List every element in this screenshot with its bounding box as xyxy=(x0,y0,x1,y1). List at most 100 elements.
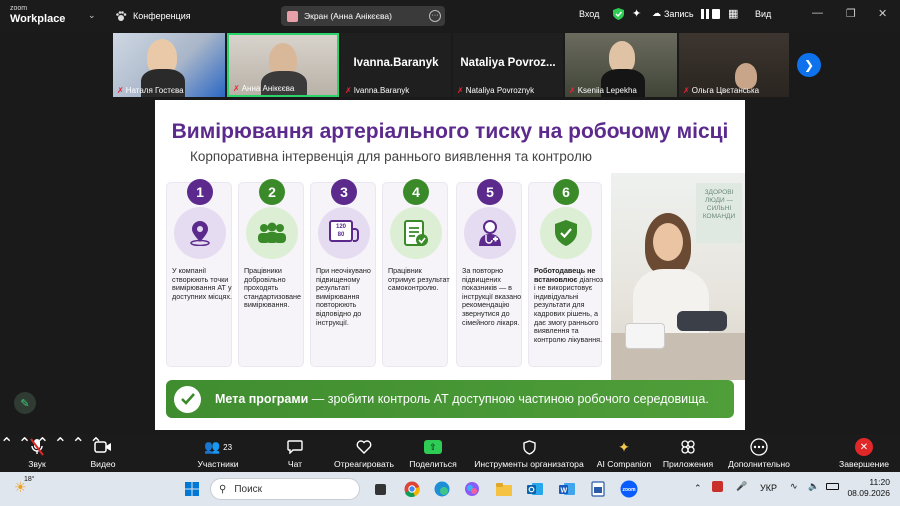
pencil-icon: ✎ xyxy=(20,397,30,410)
share-screen-button[interactable]: ⇧ Поделиться xyxy=(408,437,458,469)
shield-check-icon xyxy=(555,220,577,246)
pause-record-icon[interactable] xyxy=(700,8,720,22)
slide-title: Вимірювання артеріального тиску на робоч… xyxy=(171,120,729,143)
chevron-up-icon[interactable]: ⌃ xyxy=(54,436,67,453)
windows-taskbar: ☀ 18° ⚲ Поиск W zoom ⌃ 🎤 УКР ∿ 🔈 11:20 0… xyxy=(0,472,900,506)
weather-widget[interactable]: ☀ 18° xyxy=(14,476,36,501)
encryption-shield-icon[interactable] xyxy=(613,8,624,20)
language-indicator[interactable]: УКР xyxy=(760,483,777,493)
windows-start-icon[interactable] xyxy=(182,480,202,498)
cloud-record-icon: ☁ xyxy=(652,8,661,18)
task-view-icon[interactable] xyxy=(370,480,390,498)
more-dots-icon xyxy=(726,437,792,457)
participant-tile[interactable]: Nataliya Povroz... ✗ Nataliya Povroznyk xyxy=(453,33,563,97)
step-number: 6 xyxy=(553,179,579,205)
shield-icon xyxy=(474,437,584,457)
apps-button[interactable]: Приложения xyxy=(662,437,714,469)
step-number: 5 xyxy=(477,179,503,205)
meeting-toolbar: Звук ⌃ Видео ⌃ 👥 23 Участники ⌃ Чат ⌃ Отр… xyxy=(0,434,900,472)
zoom-taskbar-icon[interactable]: zoom xyxy=(619,480,639,498)
step-number: 4 xyxy=(403,179,429,205)
mic-muted-icon: ✗ xyxy=(569,86,576,95)
react-button[interactable]: Отреагировать xyxy=(333,437,395,469)
chevron-up-icon[interactable]: ⌃ xyxy=(0,436,13,453)
next-participants-button[interactable]: ❯ xyxy=(797,53,821,77)
word-icon[interactable]: W xyxy=(557,480,577,498)
participant-tile[interactable]: ✗ Наталя Гостєва xyxy=(113,33,225,97)
file-explorer-icon[interactable] xyxy=(494,480,514,498)
search-icon: ⚲ xyxy=(219,483,227,495)
step-card: 6 Роботодавець не встановлює діагноз і н… xyxy=(528,179,603,367)
end-meeting-button[interactable]: ✕ Завершение xyxy=(836,437,892,469)
edge-icon[interactable] xyxy=(432,480,452,498)
svg-text:W: W xyxy=(561,488,568,495)
wifi-icon[interactable]: ∿ xyxy=(790,481,798,492)
woman-measuring-pressure-image: ЗДОРОВІ ЛЮДИ — СИЛЬНІ КОМАНДИ xyxy=(611,173,745,380)
camera-icon xyxy=(88,437,118,457)
participant-tile[interactable]: ✗ Ольга Цвєтанська xyxy=(679,33,789,97)
avatar xyxy=(287,10,298,22)
mic-muted-icon xyxy=(22,437,52,457)
program-goal-banner: Мета програми — зробити контроль АТ дост… xyxy=(166,380,734,418)
pdf-app-icon[interactable] xyxy=(588,480,608,498)
zoom-logo: zoom Workplace xyxy=(10,5,66,25)
chat-bubble-icon xyxy=(283,437,307,457)
participants-button[interactable]: 👥 23 Участники xyxy=(195,437,241,469)
speaker-icon[interactable]: 🔈 xyxy=(808,481,819,492)
conference-info-button[interactable]: Конференция xyxy=(115,10,191,22)
signin-button[interactable]: Вход xyxy=(579,9,599,19)
wall-poster: ЗДОРОВІ ЛЮДИ — СИЛЬНІ КОМАНДИ xyxy=(696,183,742,243)
chrome-icon[interactable] xyxy=(402,480,422,498)
heart-icon xyxy=(333,437,395,457)
mic-muted-icon: ✗ xyxy=(345,86,352,95)
step-number: 3 xyxy=(331,179,357,205)
outlook-icon[interactable] xyxy=(525,480,545,498)
chevron-up-icon[interactable]: ⌃ xyxy=(71,436,84,453)
people-group-icon xyxy=(258,222,286,243)
more-options-icon[interactable]: ··· xyxy=(429,10,441,22)
host-tools-button[interactable]: Инструменты организатора xyxy=(474,437,584,469)
copilot-icon[interactable] xyxy=(462,480,482,498)
minimize-icon[interactable]: — xyxy=(812,7,823,19)
chat-button[interactable]: Чат xyxy=(283,437,307,469)
participant-tile[interactable]: ✗ Kseniia Lepekha xyxy=(565,33,677,97)
apps-icon xyxy=(662,437,714,457)
participant-strip: ✗ Наталя Гостєва ✗ Анна Анікєєва Ivanna.Ba… xyxy=(113,33,789,97)
taskbar-search-input[interactable]: ⚲ Поиск xyxy=(210,478,360,500)
ai-sparkle-icon[interactable]: ✦ xyxy=(632,7,641,20)
map-pin-icon xyxy=(190,221,210,246)
step-card: 1 У компанії створюють точки вимірювання… xyxy=(166,179,232,367)
ai-companion-button[interactable]: ✦ AI Companion xyxy=(596,437,652,470)
audio-button[interactable]: Звук xyxy=(22,437,52,469)
system-clock[interactable]: 11:20 08.09.2026 xyxy=(846,477,890,499)
annotate-pencil-button[interactable]: ✎ xyxy=(14,392,36,414)
svg-text:zoom: zoom xyxy=(623,487,637,493)
clipboard-check-icon xyxy=(404,220,428,246)
step-card: 2 Працівники добровільно проходять станд… xyxy=(238,179,304,367)
screen-share-indicator[interactable]: Экран (Анна Анікєєва) ··· xyxy=(281,6,445,26)
microphone-tray-icon[interactable]: 🎤 xyxy=(736,481,747,492)
video-button[interactable]: Видео xyxy=(88,437,118,469)
chevron-up-icon[interactable]: ⌃ xyxy=(694,483,702,494)
chevron-down-icon[interactable]: ⌄ xyxy=(88,10,96,21)
antivirus-tray-icon[interactable] xyxy=(712,481,723,494)
slide-subtitle: Корпоративна інтервенція для раннього ви… xyxy=(190,149,592,164)
mic-muted-icon: ✗ xyxy=(683,86,690,95)
view-button[interactable]: Вид xyxy=(755,9,771,19)
participant-tile[interactable]: Ivanna.Baranyk ✗ Ivanna.Baranyk xyxy=(341,33,451,97)
doctor-icon xyxy=(479,220,501,246)
check-circle-icon xyxy=(174,385,201,413)
step-card: 4 Працівник отримує результат самоконтро… xyxy=(382,179,450,367)
gallery-grid-icon[interactable]: ▦ xyxy=(728,7,738,20)
battery-icon[interactable] xyxy=(826,482,839,492)
record-button[interactable]: Запись xyxy=(664,9,694,19)
more-button[interactable]: Дополнительно xyxy=(726,437,792,469)
restore-icon[interactable]: ❐ xyxy=(846,7,856,20)
ai-sparkle-icon: ✦ xyxy=(618,438,630,455)
mic-muted-icon: ✗ xyxy=(457,86,464,95)
chevron-right-icon: ❯ xyxy=(803,58,815,72)
title-bar: zoom Workplace ⌄ Конференция Экран (Анна… xyxy=(0,0,900,32)
participant-tile-active-speaker[interactable]: ✗ Анна Анікєєва xyxy=(227,33,339,97)
close-icon[interactable]: ✕ xyxy=(878,7,887,20)
end-x-icon: ✕ xyxy=(855,438,873,456)
